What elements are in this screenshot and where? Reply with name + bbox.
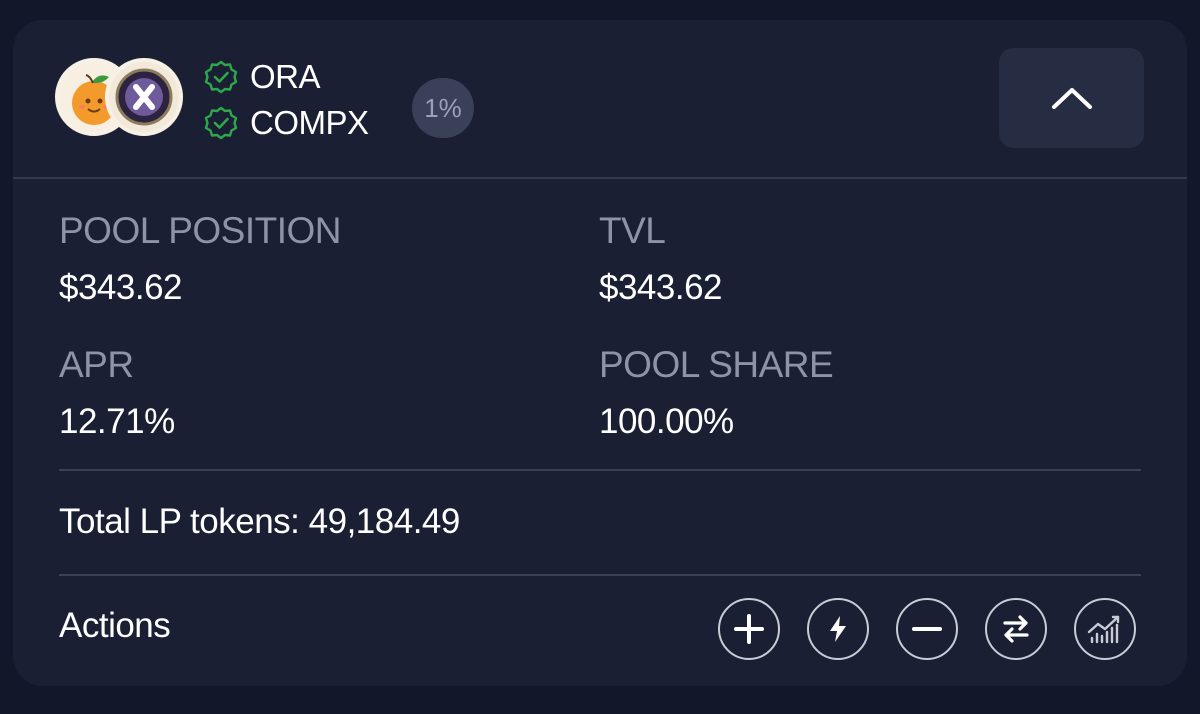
lp-divider	[59, 574, 1141, 576]
verified-badge-icon	[204, 60, 238, 94]
pool-card: ORA COMPX 1% POOL POSITION $343.62 TVL $…	[13, 20, 1187, 686]
total-lp-tokens: Total LP tokens: 49,184.49	[59, 502, 460, 542]
pool-position-label: POOL POSITION	[59, 210, 342, 251]
token-symbol: ORA	[250, 58, 321, 95]
swap-arrows-icon	[1003, 615, 1029, 643]
total-lp-label: Total LP tokens:	[59, 502, 300, 541]
add-liquidity-button[interactable]	[718, 598, 780, 660]
minus-icon	[912, 627, 942, 631]
token-symbol: COMPX	[250, 104, 369, 141]
compx-logo-icon	[105, 58, 183, 136]
remove-liquidity-button[interactable]	[896, 598, 958, 660]
pool-share-value: 100.00%	[599, 402, 734, 441]
tvl-label: TVL	[599, 210, 666, 251]
plus-icon	[734, 614, 764, 644]
pool-share-label: POOL SHARE	[599, 344, 834, 385]
header-divider	[13, 177, 1187, 179]
analytics-button[interactable]	[1074, 598, 1136, 660]
pool-position-value: $343.62	[59, 268, 183, 307]
tvl-value: $343.62	[599, 268, 723, 307]
token-list: ORA COMPX	[204, 54, 369, 146]
chevron-up-icon	[1051, 88, 1092, 109]
fee-tier-badge: 1%	[412, 78, 474, 138]
apr-value: 12.71%	[59, 402, 175, 441]
collapse-button[interactable]	[999, 48, 1144, 148]
apr-label: APR	[59, 344, 134, 385]
token-row-compx: COMPX	[204, 100, 369, 146]
stats-divider	[59, 469, 1141, 471]
verified-badge-icon	[204, 106, 238, 140]
token-pair-avatars	[55, 58, 185, 140]
zap-button[interactable]	[807, 598, 869, 660]
lightning-icon	[830, 616, 846, 642]
total-lp-value: 49,184.49	[308, 502, 461, 541]
actions-label: Actions	[59, 606, 171, 645]
token-row-ora: ORA	[204, 54, 369, 100]
chart-icon	[1087, 615, 1120, 644]
swap-button[interactable]	[985, 598, 1047, 660]
